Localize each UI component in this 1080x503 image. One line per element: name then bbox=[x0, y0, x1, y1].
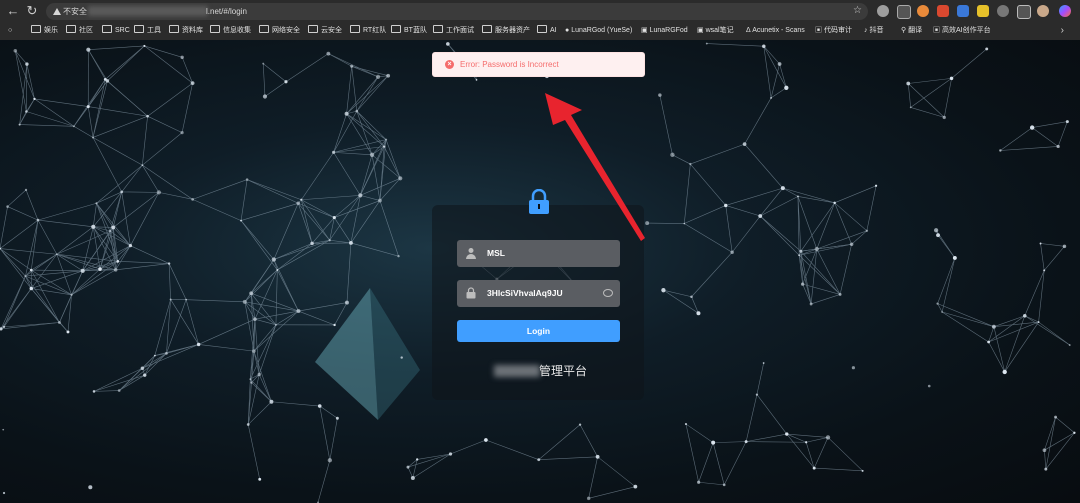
bookmark-item[interactable]: 资料库 bbox=[169, 24, 203, 37]
address-bar[interactable]: 不安全 l.net/#/login ☆ bbox=[46, 3, 868, 20]
warning-icon bbox=[53, 8, 61, 15]
bookmark-item[interactable]: 娱乐 bbox=[31, 24, 58, 37]
bookmark-item[interactable]: 云安全 bbox=[308, 24, 342, 37]
folder-icon bbox=[169, 25, 179, 33]
folder-icon bbox=[537, 25, 547, 33]
bookmark-item[interactable]: AI bbox=[537, 24, 557, 37]
folder-icon bbox=[210, 25, 220, 33]
folder-icon bbox=[102, 25, 112, 33]
bookmark-item[interactable]: 网络安全 bbox=[259, 24, 300, 37]
bookmark-item[interactable]: 服务器资产 bbox=[482, 24, 530, 37]
bookmark-star-icon[interactable]: ☆ bbox=[853, 4, 862, 18]
bookmark-item[interactable]: SRC bbox=[102, 24, 130, 37]
folder-icon bbox=[482, 25, 492, 33]
bookmark-item[interactable]: BT蓝队 bbox=[391, 24, 427, 37]
folder-icon bbox=[259, 25, 269, 33]
bookmark-item[interactable]: RT红队 bbox=[350, 24, 386, 37]
page-icon: ▣ bbox=[641, 27, 650, 34]
bookmark-item[interactable]: ♪ 抖音 bbox=[864, 24, 883, 37]
bookmark-app-icon[interactable]: ○ bbox=[8, 24, 12, 37]
extension-icon[interactable] bbox=[897, 5, 911, 19]
bookmark-item[interactable]: ▣ wsal笔记 bbox=[697, 24, 734, 37]
extension-icon[interactable] bbox=[937, 5, 949, 17]
page-icon: ▣ bbox=[815, 27, 824, 34]
extension-icon[interactable] bbox=[877, 5, 889, 17]
insecure-indicator[interactable]: 不安全 bbox=[53, 5, 87, 18]
bookmark-item[interactable]: 工作面试 bbox=[433, 24, 474, 37]
folder-icon bbox=[308, 25, 318, 33]
bookmark-item[interactable]: 信息收集 bbox=[210, 24, 251, 37]
folder-icon bbox=[66, 25, 76, 33]
url-text: l.net/#/login bbox=[206, 7, 247, 16]
bookmark-item[interactable]: 社区 bbox=[66, 24, 93, 37]
favorites-icon[interactable] bbox=[1017, 5, 1031, 19]
copilot-icon[interactable] bbox=[1059, 5, 1071, 17]
extension-icon[interactable] bbox=[957, 5, 969, 17]
annotation-arrow bbox=[545, 93, 645, 241]
bookmark-item[interactable]: ▣ 代码审计 bbox=[815, 24, 852, 37]
page-icon: ▣ bbox=[697, 27, 706, 34]
bookmark-item[interactable]: 工具 bbox=[134, 24, 161, 37]
bookmark-item[interactable]: Δ Acunetix - Scans bbox=[746, 24, 805, 37]
bookmark-item[interactable]: ● LunaRGod (YueSe) bbox=[565, 24, 632, 37]
folder-icon bbox=[433, 25, 443, 33]
browser-chrome: ← ↻ 不安全 l.net/#/login ☆ ○ 娱乐 社区 SRC 工具 资… bbox=[0, 0, 1080, 40]
folder-icon bbox=[134, 25, 144, 33]
folder-icon bbox=[350, 25, 360, 33]
folder-icon bbox=[31, 25, 41, 33]
bookmark-item[interactable]: ▣ LunaRGFod bbox=[641, 24, 688, 37]
page-icon: ▣ bbox=[933, 27, 942, 34]
bookmark-item[interactable]: ▣ 高效AI创作平台 bbox=[933, 24, 991, 37]
back-icon[interactable]: ← bbox=[5, 3, 21, 19]
extensions-puzzle-icon[interactable] bbox=[997, 5, 1009, 17]
extension-icon[interactable] bbox=[977, 5, 989, 17]
avatar[interactable] bbox=[1037, 5, 1049, 17]
redacted-domain bbox=[88, 6, 208, 16]
extension-icon[interactable] bbox=[917, 5, 929, 17]
login-page: × Error: Password is Incorrect MSL 3HlcS… bbox=[0, 40, 1080, 503]
reload-icon[interactable]: ↻ bbox=[24, 3, 40, 19]
chevron-right-icon[interactable]: › bbox=[1061, 22, 1064, 40]
bookmarks-bar: ○ 娱乐 社区 SRC 工具 资料库 信息收集 网络安全 云安全 RT红队 BT… bbox=[0, 22, 1080, 40]
folder-icon bbox=[391, 25, 401, 33]
bookmark-item[interactable]: ⚲ 翻译 bbox=[901, 24, 922, 37]
browser-toolbar: ← ↻ 不安全 l.net/#/login ☆ bbox=[0, 0, 1080, 22]
